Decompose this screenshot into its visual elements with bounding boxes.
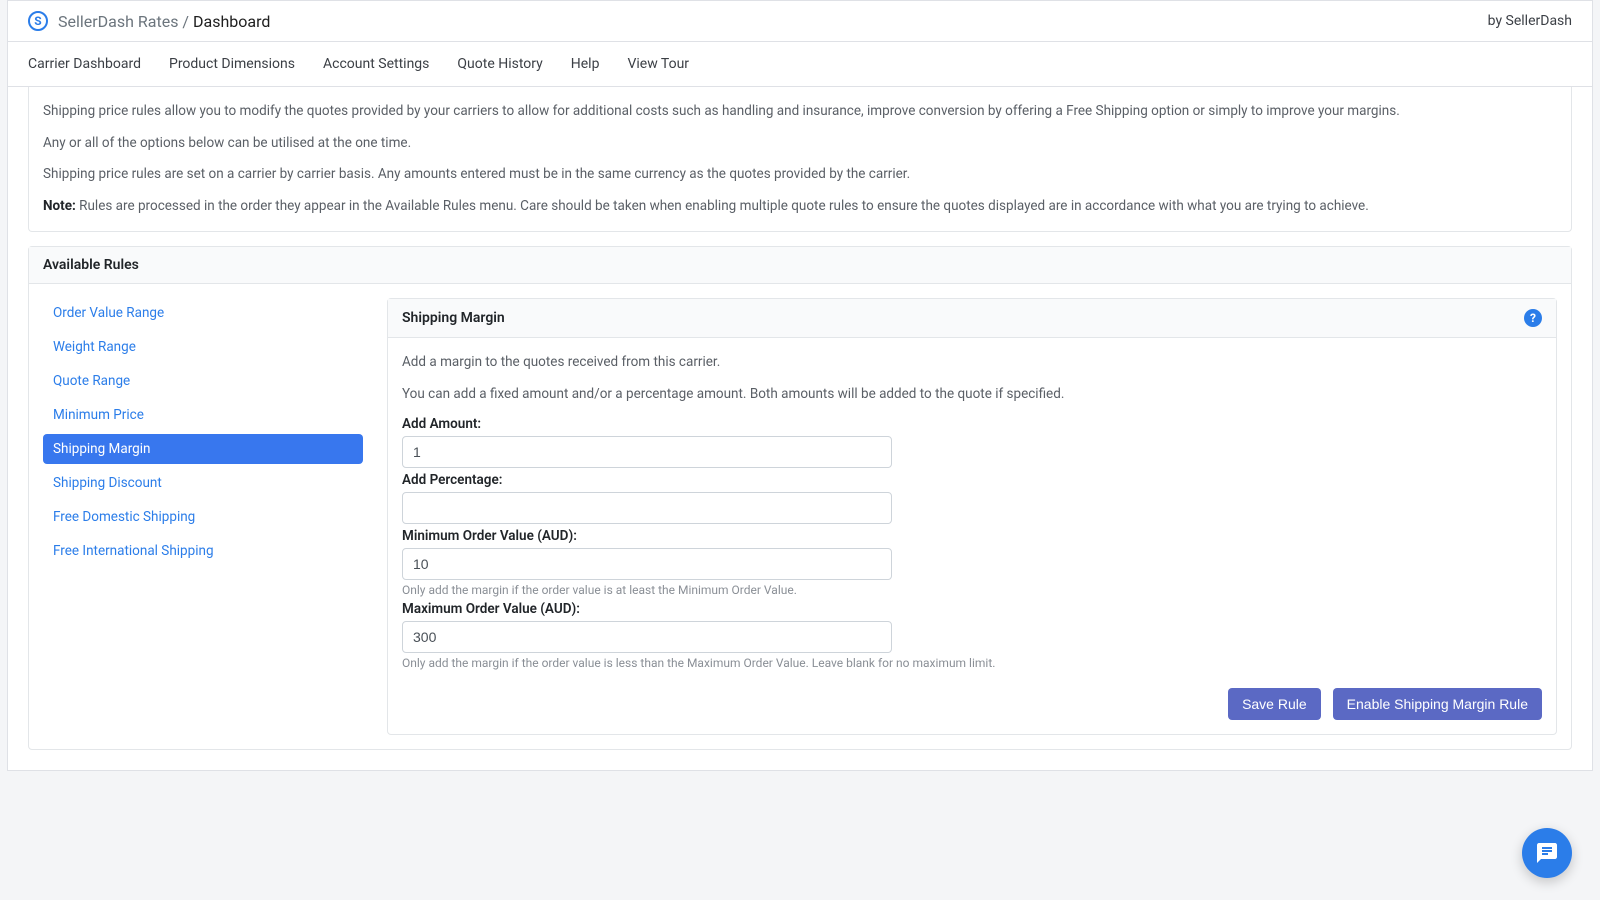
- nav-help[interactable]: Help: [571, 56, 600, 72]
- breadcrumb-root[interactable]: SellerDash Rates: [58, 12, 178, 31]
- intro-text-3: Shipping price rules are set on a carrie…: [43, 164, 1557, 186]
- hint-min-order: Only add the margin if the order value i…: [402, 583, 1542, 597]
- intro-card: Shipping price rules allow you to modify…: [28, 87, 1572, 232]
- label-add-amount: Add Amount:: [402, 416, 1542, 432]
- input-add-amount[interactable]: [402, 436, 892, 468]
- intro-text-2: Any or all of the options below can be u…: [43, 133, 1557, 155]
- enable-rule-button[interactable]: Enable Shipping Margin Rule: [1333, 688, 1542, 720]
- breadcrumb-current: Dashboard: [193, 12, 270, 31]
- form-group-add-percentage: Add Percentage:: [402, 472, 1542, 524]
- rule-detail-title: Shipping Margin: [402, 310, 505, 326]
- rule-tab-minimum-price[interactable]: Minimum Price: [43, 400, 363, 430]
- nav-view-tour[interactable]: View Tour: [627, 56, 689, 72]
- nav-account-settings[interactable]: Account Settings: [323, 56, 429, 72]
- app-frame: S SellerDash Rates / Dashboard by Seller…: [7, 0, 1593, 771]
- rule-tab-weight-range[interactable]: Weight Range: [43, 332, 363, 362]
- label-max-order: Maximum Order Value (AUD):: [402, 601, 1542, 617]
- form-group-add-amount: Add Amount:: [402, 416, 1542, 468]
- rule-tab-quote-range[interactable]: Quote Range: [43, 366, 363, 396]
- label-min-order: Minimum Order Value (AUD):: [402, 528, 1542, 544]
- rule-tab-shipping-discount[interactable]: Shipping Discount: [43, 468, 363, 498]
- header-left: S SellerDash Rates / Dashboard: [28, 11, 270, 31]
- rule-detail-header: Shipping Margin ?: [388, 299, 1556, 338]
- rule-detail-desc-1: Add a margin to the quotes received from…: [402, 352, 1542, 374]
- logo-icon: S: [28, 11, 48, 31]
- intro-note: Note: Rules are processed in the order t…: [43, 196, 1557, 218]
- nav-bar: Carrier Dashboard Product Dimensions Acc…: [8, 42, 1592, 87]
- rules-header: Available Rules: [29, 247, 1571, 284]
- chat-fab[interactable]: [1522, 828, 1572, 878]
- rule-tab-order-value-range[interactable]: Order Value Range: [43, 298, 363, 328]
- rule-detail-desc-2: You can add a fixed amount and/or a perc…: [402, 384, 1542, 406]
- by-line: by SellerDash: [1488, 13, 1572, 29]
- nav-quote-history[interactable]: Quote History: [457, 56, 542, 72]
- rule-tab-shipping-margin[interactable]: Shipping Margin: [43, 434, 363, 464]
- save-rule-button[interactable]: Save Rule: [1228, 688, 1321, 720]
- app-header: S SellerDash Rates / Dashboard by Seller…: [8, 1, 1592, 42]
- input-max-order[interactable]: [402, 621, 892, 653]
- intro-text-1: Shipping price rules allow you to modify…: [43, 101, 1557, 123]
- rules-body: Order Value Range Weight Range Quote Ran…: [29, 284, 1571, 748]
- rule-tab-free-international-shipping[interactable]: Free International Shipping: [43, 536, 363, 566]
- nav-product-dimensions[interactable]: Product Dimensions: [169, 56, 295, 72]
- rules-sidebar: Order Value Range Weight Range Quote Ran…: [43, 298, 363, 734]
- help-icon[interactable]: ?: [1524, 309, 1542, 327]
- chat-icon: [1535, 841, 1559, 865]
- rules-card: Available Rules Order Value Range Weight…: [28, 246, 1572, 749]
- intro-note-label: Note:: [43, 198, 76, 214]
- button-row: Save Rule Enable Shipping Margin Rule: [402, 688, 1542, 720]
- intro-note-text: Rules are processed in the order they ap…: [76, 198, 1369, 214]
- label-add-percentage: Add Percentage:: [402, 472, 1542, 488]
- nav-carrier-dashboard[interactable]: Carrier Dashboard: [28, 56, 141, 72]
- breadcrumb: SellerDash Rates / Dashboard: [58, 12, 270, 31]
- input-add-percentage[interactable]: [402, 492, 892, 524]
- breadcrumb-separator: /: [178, 12, 193, 31]
- hint-max-order: Only add the margin if the order value i…: [402, 656, 1542, 670]
- rule-detail-body: Add a margin to the quotes received from…: [388, 338, 1556, 733]
- form-group-min-order: Minimum Order Value (AUD): Only add the …: [402, 528, 1542, 597]
- input-min-order[interactable]: [402, 548, 892, 580]
- rule-tab-free-domestic-shipping[interactable]: Free Domestic Shipping: [43, 502, 363, 532]
- rule-detail-panel: Shipping Margin ? Add a margin to the qu…: [387, 298, 1557, 734]
- content-wrap: Shipping price rules allow you to modify…: [8, 87, 1592, 770]
- form-group-max-order: Maximum Order Value (AUD): Only add the …: [402, 601, 1542, 670]
